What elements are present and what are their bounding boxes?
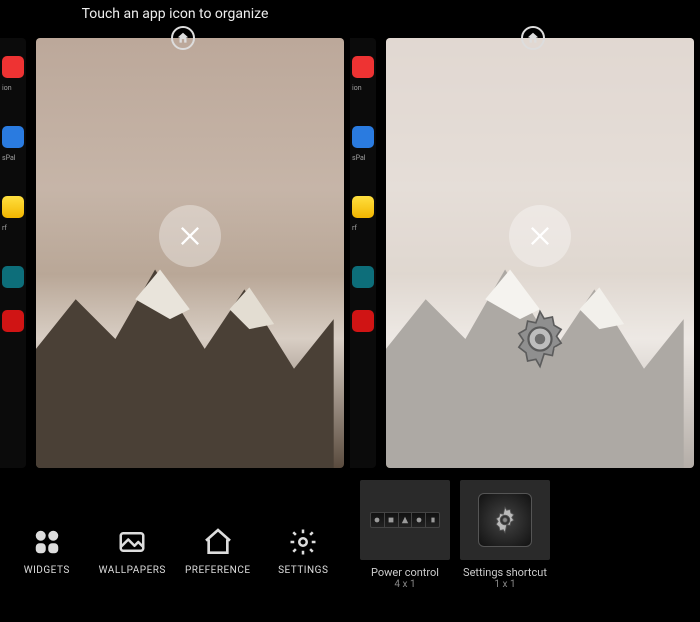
home-badge-icon[interactable] (171, 26, 195, 50)
dragged-widget-gear[interactable] (507, 306, 573, 372)
close-icon (176, 222, 204, 250)
power-control-preview (370, 512, 440, 528)
widget-tile-power-control[interactable]: Power control 4 x 1 (360, 480, 450, 606)
app-icon[interactable] (2, 196, 24, 218)
app-label: sPal (2, 154, 26, 162)
home-page-preview-selected[interactable] (386, 38, 694, 468)
app-icon[interactable] (352, 56, 374, 78)
close-icon (526, 222, 554, 250)
home-badge-icon[interactable] (521, 26, 545, 50)
dual-screenshot-viewport: Touch an app icon to organize ion sPal r… (0, 0, 700, 622)
app-icon[interactable] (2, 56, 24, 78)
left-pane: Touch an app icon to organize ion sPal r… (0, 0, 350, 622)
widget-size: 1 x 1 (494, 579, 515, 590)
toolbar-label: PREFERENCE (185, 565, 251, 576)
settings-button[interactable]: SETTINGS (263, 525, 343, 576)
instruction-text: Touch an app icon to organize (0, 6, 350, 22)
app-label: sPal (352, 154, 376, 162)
wallpapers-icon (115, 525, 149, 559)
widget-picker[interactable]: Power control 4 x 1 Settings shortcut 1 … (360, 480, 690, 606)
preference-icon (201, 525, 235, 559)
app-icon[interactable] (352, 196, 374, 218)
app-icon[interactable] (2, 310, 24, 332)
wallpapers-button[interactable]: WALLPAPERS (92, 525, 172, 576)
app-icon[interactable] (352, 126, 374, 148)
toolbar-label: WIDGETS (24, 565, 70, 576)
widget-thumb (460, 480, 550, 560)
right-pane: ion sPal rf (350, 0, 700, 622)
remove-page-button[interactable] (159, 205, 221, 267)
remove-page-button[interactable] (509, 205, 571, 267)
app-icon[interactable] (2, 126, 24, 148)
previous-page-sliver[interactable]: ion sPal rf (350, 38, 376, 468)
settings-shortcut-preview (478, 493, 532, 547)
page-carousel[interactable]: ion sPal rf (350, 38, 700, 468)
app-icon[interactable] (352, 310, 374, 332)
widgets-button[interactable]: WIDGETS (7, 525, 87, 576)
app-label: rf (2, 224, 26, 232)
app-icon[interactable] (2, 266, 24, 288)
widget-tile-settings-shortcut[interactable]: Settings shortcut 1 x 1 (460, 480, 550, 606)
app-label: rf (352, 224, 376, 232)
editor-toolbar: WIDGETS WALLPAPERS PREFERENCE SETTINGS (0, 490, 350, 610)
widget-name: Settings shortcut (463, 566, 547, 579)
home-icon (176, 31, 190, 45)
previous-page-sliver[interactable]: ion sPal rf (0, 38, 26, 468)
settings-icon (286, 525, 320, 559)
home-icon (526, 31, 540, 45)
toolbar-label: SETTINGS (278, 565, 328, 576)
widgets-icon (30, 525, 64, 559)
preference-button[interactable]: PREFERENCE (178, 525, 258, 576)
home-page-preview[interactable] (36, 38, 344, 468)
app-label: ion (2, 84, 26, 92)
app-label: ion (352, 84, 376, 92)
widget-size: 4 x 1 (394, 579, 415, 590)
page-carousel[interactable]: ion sPal rf (0, 38, 350, 468)
widget-thumb (360, 480, 450, 560)
toolbar-label: WALLPAPERS (99, 565, 166, 576)
widget-name: Power control (371, 566, 439, 579)
app-icon[interactable] (352, 266, 374, 288)
